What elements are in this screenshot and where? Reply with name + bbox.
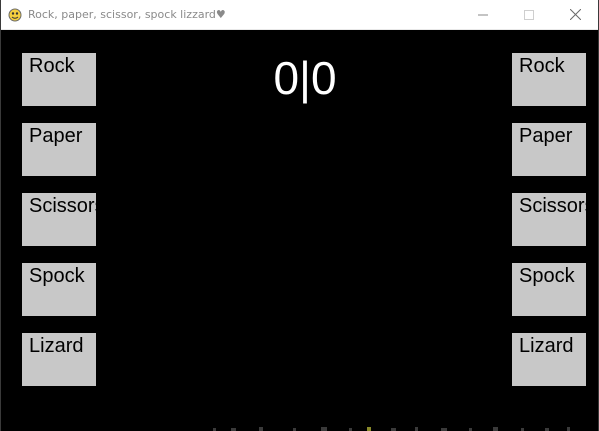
- close-icon: [569, 9, 581, 20]
- left-rock-button[interactable]: Rock: [22, 53, 96, 106]
- minimize-icon: [478, 10, 488, 20]
- left-lizard-button[interactable]: Lizard: [22, 333, 96, 386]
- window-controls: [460, 0, 598, 29]
- maximize-icon: [524, 9, 534, 20]
- window-title: Rock, paper, scissor, spock lizzard♥: [28, 8, 226, 21]
- left-paper-button[interactable]: Paper: [22, 123, 96, 176]
- game-canvas: Rock Paper Scissors Spock Lizard 0|0 Roc…: [1, 30, 598, 431]
- pygame-snake-icon: [8, 8, 22, 22]
- right-paper-button[interactable]: Paper: [512, 123, 586, 176]
- left-scissors-button[interactable]: Scissors: [22, 193, 96, 246]
- right-lizard-button[interactable]: Lizard: [512, 333, 586, 386]
- score-display: 0|0: [273, 52, 337, 104]
- right-rock-button[interactable]: Rock: [512, 53, 586, 106]
- left-spock-button[interactable]: Spock: [22, 263, 96, 316]
- close-button[interactable]: [552, 0, 598, 29]
- minimize-button[interactable]: [460, 0, 506, 29]
- title-bar[interactable]: Rock, paper, scissor, spock lizzard♥: [1, 0, 598, 30]
- bottom-edge-artifact: [213, 427, 570, 431]
- right-spock-button[interactable]: Spock: [512, 263, 586, 316]
- game-window: Rock, paper, scissor, spock lizzard♥ Roc…: [0, 0, 599, 431]
- right-scissors-button[interactable]: Scissors: [512, 193, 586, 246]
- maximize-button[interactable]: [506, 0, 552, 29]
